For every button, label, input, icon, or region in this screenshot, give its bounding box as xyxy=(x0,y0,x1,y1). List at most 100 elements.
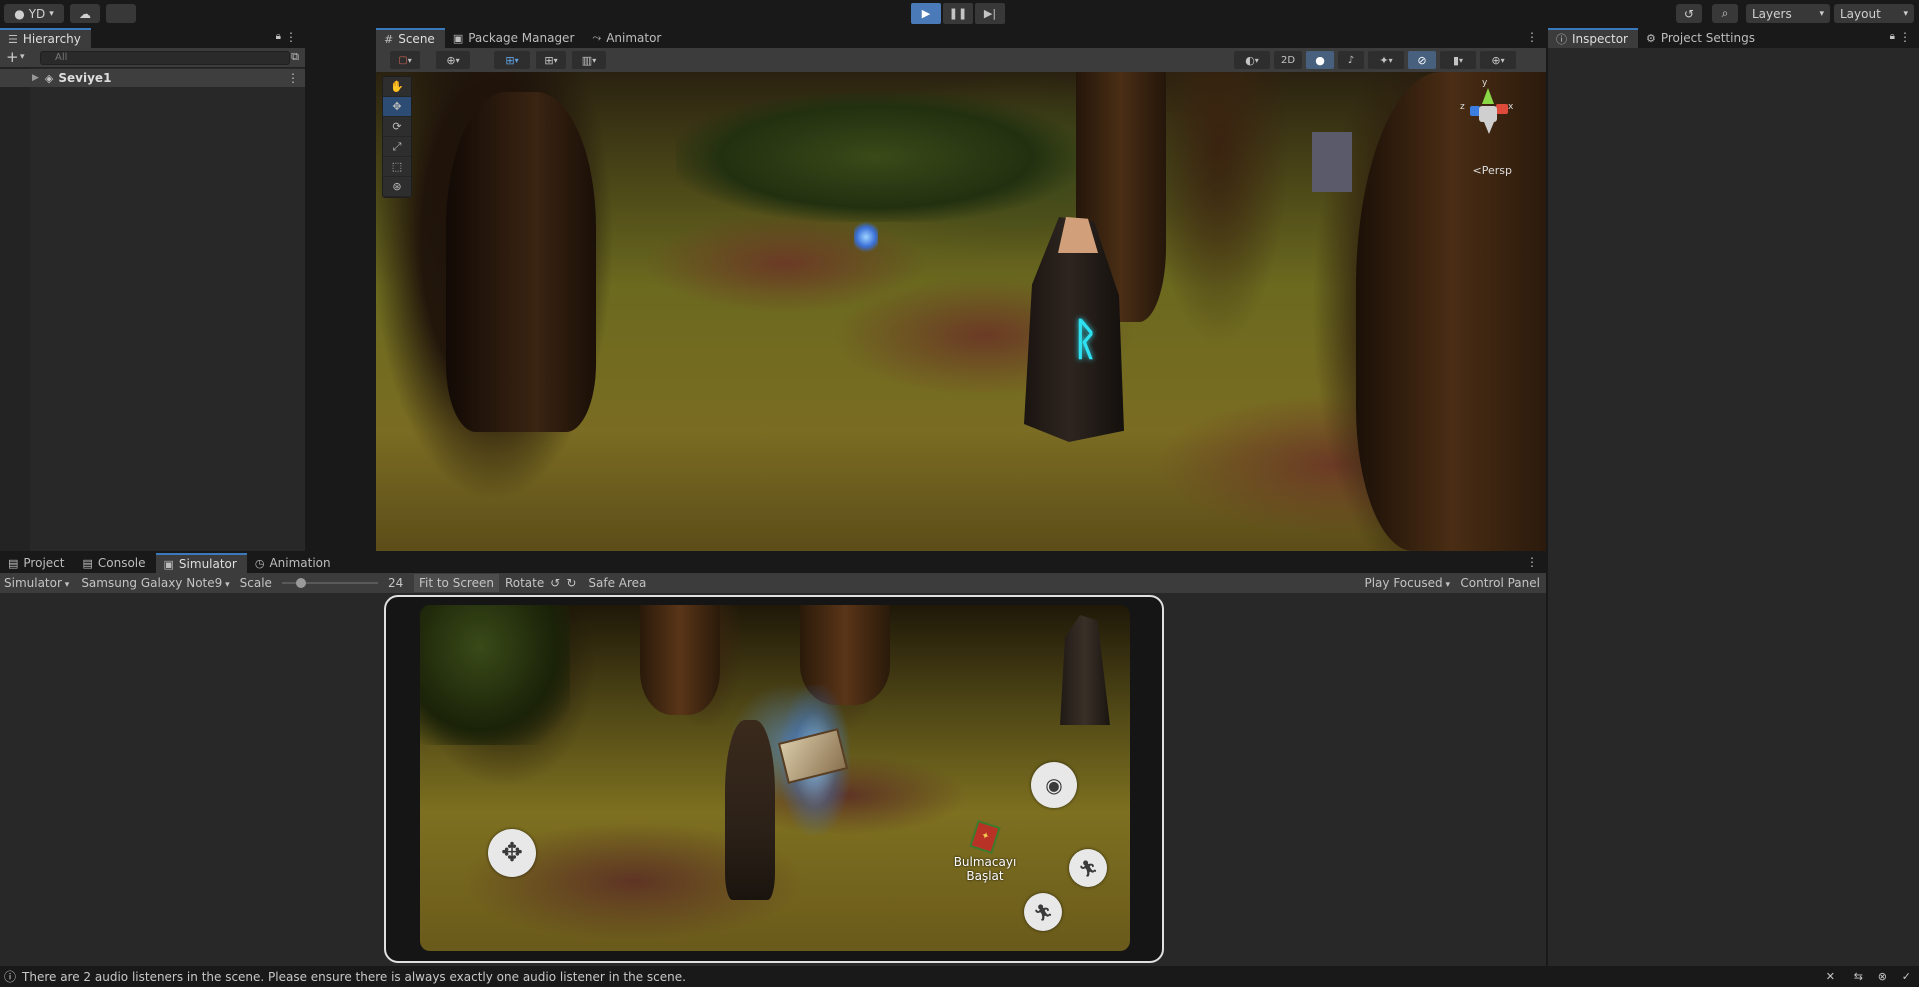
tab-scene[interactable]: # Scene xyxy=(376,28,445,48)
hand-icon: ✋ xyxy=(390,80,404,93)
persp-label[interactable]: <Persp xyxy=(1473,164,1512,177)
tab-animator[interactable]: ⤳ Animator xyxy=(584,28,671,48)
layout-dropdown[interactable]: Layout ▾ xyxy=(1834,4,1914,23)
rect-tool-button[interactable]: ⬚ xyxy=(383,157,411,177)
search-icon: ⌕ xyxy=(1721,6,1729,20)
lighting-toggle[interactable]: ● xyxy=(1306,51,1334,69)
lock-icon[interactable]: 🔒︎ xyxy=(276,31,281,42)
gear-icon: ⚙ xyxy=(1645,31,1656,45)
gizmos-dropdown[interactable]: ⊕ ▾ xyxy=(1480,51,1516,69)
device-screen[interactable]: ✥ ◉ 🏃︎ 🏃︎ ✦ Bulmacayı Başlat xyxy=(420,605,1130,951)
lock-icon[interactable]: 🔒︎ xyxy=(1890,31,1895,42)
toggle-2d-button[interactable]: 2D xyxy=(1274,51,1302,69)
fit-to-screen-button[interactable]: Fit to Screen xyxy=(413,574,499,592)
tab-hierarchy[interactable]: ☰ Hierarchy xyxy=(0,28,91,48)
history-icon: ↺ xyxy=(1683,6,1695,21)
view-tool-button[interactable]: ✋ xyxy=(383,77,411,97)
tab-label: Animation xyxy=(269,556,331,570)
cloud-button[interactable]: ☁ xyxy=(70,4,100,23)
effects-dropdown[interactable]: ✦ ▾ xyxy=(1368,51,1404,69)
grid-visibility-dropdown[interactable]: ⊞ ▾ xyxy=(536,51,566,69)
chevron-down-icon[interactable]: ▾ xyxy=(20,52,25,62)
tab-package-manager[interactable]: ▣ Package Manager xyxy=(445,28,585,48)
tab-simulator[interactable]: ▣ Simulator xyxy=(155,553,247,573)
more-menu-icon[interactable]: ⋮ xyxy=(1899,30,1911,44)
scale-label: Scale xyxy=(239,576,272,590)
control-panel-button[interactable]: Control Panel xyxy=(1460,576,1540,590)
draw-mode-dropdown[interactable]: ▢ ▾ xyxy=(390,51,420,69)
scale-slider-thumb[interactable] xyxy=(295,578,306,588)
safe-area-toggle[interactable]: Safe Area xyxy=(588,576,646,590)
play-focused-dropdown[interactable]: Play Focused xyxy=(1364,576,1450,590)
hierarchy-item-scene[interactable]: ▶ ◈ Seviye1 ⋮ xyxy=(0,69,305,87)
move-tool-button[interactable]: ✥ xyxy=(383,97,411,117)
hierarchy-panel: ☰ Hierarchy 🔒︎ ⋮ + ▾ All ⧉ ▶ ◈ Seviye1 ⋮ xyxy=(0,28,305,551)
tab-inspector[interactable]: ⓘ Inspector xyxy=(1548,28,1638,48)
rotate-right-icon[interactable]: ↻ xyxy=(566,576,576,590)
play-button[interactable]: ▶ xyxy=(911,3,941,24)
search-button[interactable]: ⌕ xyxy=(1712,4,1738,23)
undo-history-button[interactable]: ↺ xyxy=(1676,4,1702,23)
debug-icon[interactable]: ✕ xyxy=(1826,970,1835,983)
shading-mode-dropdown[interactable]: ◐ ▾ xyxy=(1234,51,1270,69)
simulator-mode-dropdown[interactable]: Simulator xyxy=(0,576,73,590)
move-joystick-button[interactable]: ✥ xyxy=(488,829,536,877)
hierarchy-gutter xyxy=(0,68,30,551)
pause-button[interactable]: ❚❚ xyxy=(943,3,973,24)
expand-arrow-icon[interactable]: ▶ xyxy=(32,73,39,83)
orientation-gizmo[interactable]: y z x xyxy=(1452,78,1522,148)
play-icon: ▶ xyxy=(921,7,931,20)
account-dropdown[interactable]: ● YD ▾ xyxy=(4,4,64,23)
check-icon[interactable]: ✓ xyxy=(1902,970,1911,983)
more-menu-icon[interactable]: ⋮ xyxy=(1526,555,1538,569)
increment-snap-dropdown[interactable]: ▥ ▾ xyxy=(572,51,606,69)
tab-project[interactable]: ▤ Project xyxy=(0,553,74,573)
scale-value: 24 xyxy=(387,576,404,590)
hierarchy-search-input[interactable]: All xyxy=(40,51,290,65)
animation-clock-icon: ◷ xyxy=(254,556,265,570)
hidden-objects-toggle[interactable]: ⊘ xyxy=(1408,51,1436,69)
collab-button[interactable] xyxy=(106,4,136,23)
auto-generate-icon[interactable]: ⊗ xyxy=(1878,970,1887,983)
step-button[interactable]: ▶| xyxy=(975,3,1005,24)
tab-animation[interactable]: ◷ Animation xyxy=(247,553,341,573)
add-icon[interactable]: + xyxy=(6,48,19,66)
look-button[interactable]: ◉ xyxy=(1031,762,1077,808)
start-puzzle-button[interactable]: ✦ Bulmacayı Başlat xyxy=(950,819,1020,883)
rotate-tool-button[interactable]: ⟳ xyxy=(383,117,411,137)
scale-slider[interactable] xyxy=(281,573,378,593)
audio-toggle[interactable]: ♪ xyxy=(1338,51,1364,69)
more-menu-icon[interactable]: ⋮ xyxy=(287,71,299,85)
rotate-left-icon[interactable]: ↺ xyxy=(550,576,560,590)
camera-dropdown[interactable]: ▮ ▾ xyxy=(1440,51,1476,69)
unity-scene-icon: ◈ xyxy=(44,71,54,85)
device-dropdown[interactable]: Samsung Galaxy Note9 xyxy=(75,576,235,590)
bottom-panel: ▤ Project ▤ Console ▣ Simulator ◷ Animat… xyxy=(0,553,1546,966)
gizmos-icon: ⊕ xyxy=(1491,53,1501,67)
snap-icon: ▥ xyxy=(581,53,593,67)
transform-tool-button[interactable]: ⊛ xyxy=(383,177,411,197)
simulator-icon: ▣ xyxy=(163,557,174,571)
simulator-toolbar: Simulator Samsung Galaxy Note9 Scale 24 … xyxy=(0,573,1546,593)
scale-tool-button[interactable]: ⤢ xyxy=(383,137,411,157)
more-menu-icon[interactable]: ⋮ xyxy=(1526,30,1538,44)
run-button[interactable]: 🏃︎ xyxy=(1069,849,1107,887)
scene-search-icon[interactable]: ⧉ xyxy=(291,50,299,64)
eye-slash-icon: ⊘ xyxy=(1417,53,1427,67)
draw-mode-icon: ▢ xyxy=(398,54,408,66)
global-local-dropdown[interactable]: ⊕ ▾ xyxy=(436,51,470,69)
network-icon[interactable]: ⇆ xyxy=(1854,970,1863,983)
tab-console[interactable]: ▤ Console xyxy=(74,553,155,573)
layers-dropdown[interactable]: Layers ▾ xyxy=(1746,4,1830,23)
sprint-button[interactable]: 🏃︎ xyxy=(1024,893,1062,931)
status-message[interactable]: There are 2 audio listeners in the scene… xyxy=(22,970,686,984)
scene-viewport[interactable]: ᚱ ✋ ✥ ⟳ ⤢ ⬚ ⊛ y z x <Persp xyxy=(376,72,1546,551)
shading-icon: ◐ xyxy=(1245,53,1255,67)
puzzle-label-line2: Başlat xyxy=(966,869,1004,883)
playmode-controls: ▶ ❚❚ ▶| xyxy=(911,3,1007,24)
tab-project-settings[interactable]: ⚙ Project Settings xyxy=(1638,28,1765,48)
grid-snap-dropdown[interactable]: ⊞ ▾ xyxy=(494,51,530,69)
rect-icon: ⬚ xyxy=(391,160,403,173)
inspector-panel: ⓘ Inspector ⚙ Project Settings 🔒︎ ⋮ xyxy=(1548,28,1919,966)
more-menu-icon[interactable]: ⋮ xyxy=(285,30,297,44)
